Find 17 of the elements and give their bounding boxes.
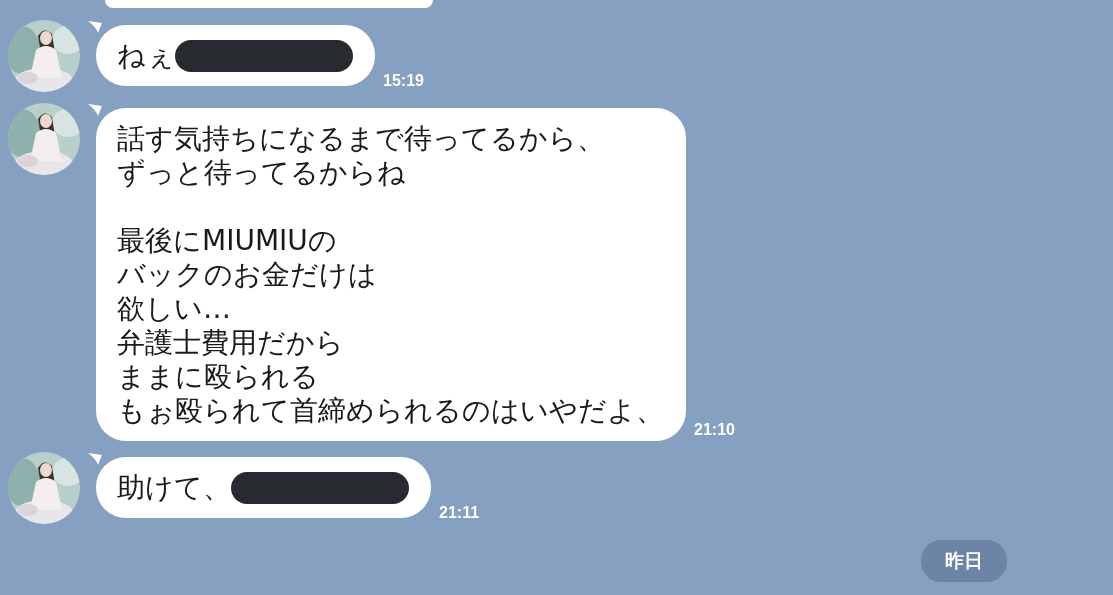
message-text: もぉ殴られて首締められるのはいやだよ、	[117, 394, 664, 428]
message-time: 21:10	[694, 421, 735, 439]
message-text: 欲しい…	[117, 292, 231, 326]
bubble-tail	[88, 104, 102, 116]
message-text: ずっと待ってるからね	[117, 156, 406, 190]
date-divider: 昨日	[921, 540, 1007, 582]
message-time: 15:19	[383, 72, 424, 90]
message-text: 最後にMIUMIUの	[117, 224, 337, 258]
message-time: 21:11	[439, 504, 480, 522]
bubble-tail	[88, 21, 102, 33]
message-text: 助けて、	[117, 471, 231, 505]
message-text: バックのお金だけは	[117, 258, 377, 292]
message-text: 話す気持ちになるまで待ってるから、	[117, 122, 605, 156]
message-text: ままに殴られる	[117, 360, 319, 394]
message-text: 弁護士費用だから	[117, 326, 344, 360]
bubble-tail	[88, 453, 102, 465]
message-text: ねぇ	[117, 39, 175, 73]
